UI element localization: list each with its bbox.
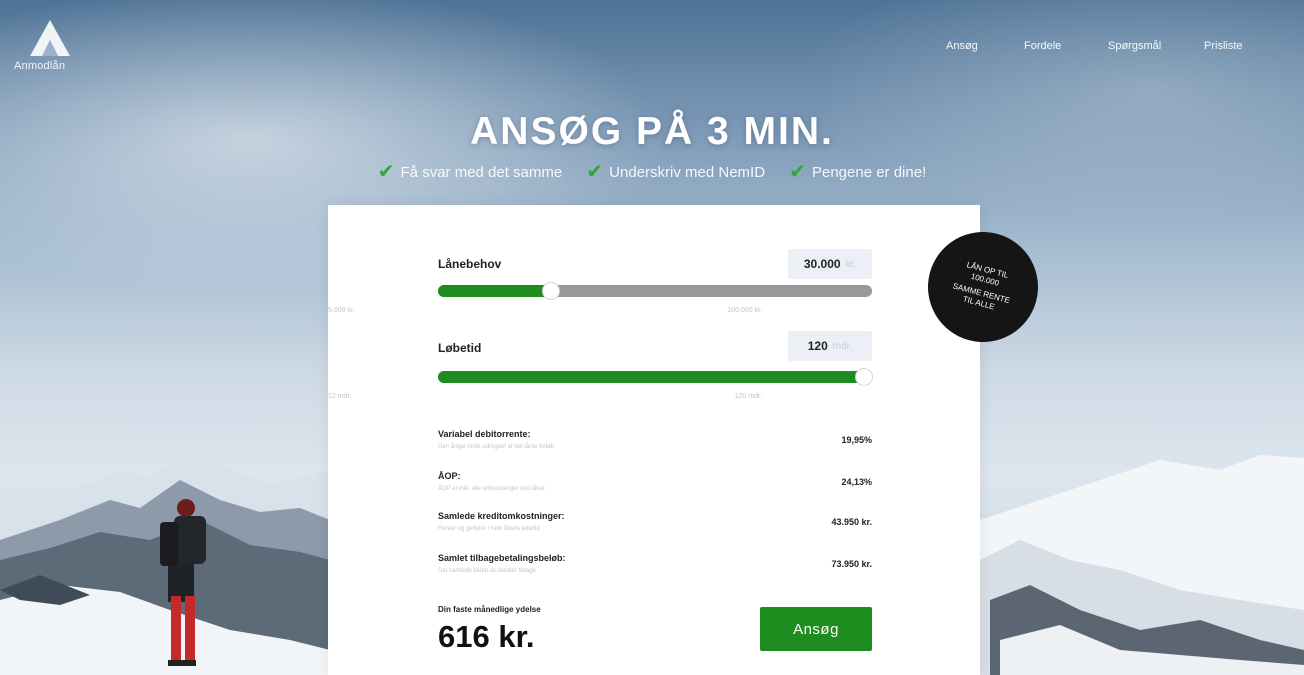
usp-item: ✔ Underskriv med NemID [586,162,765,182]
detail-label: Samlet tilbagebetalingsbeløb: [438,553,566,563]
nav-link-apply[interactable]: Ansøg [946,40,978,52]
detail-value: 73.950 kr. [831,559,872,569]
amount-max: 100.000 kr. [727,307,762,314]
amount-slider-wrap [438,283,872,299]
detail-row: Samlede kreditomkostninger: Renter og ge… [438,511,872,541]
detail-label: Variabel debitorrente: [438,429,531,439]
brand-logo[interactable]: Anmodlån [14,18,94,78]
monthly-payment-label: Din faste månedlige ydelse [438,605,541,614]
detail-value: 43.950 kr. [831,517,872,527]
usp-text: Få svar med det samme [400,163,563,181]
detail-sub: Renter og gebyrer i hele lånets løbetid [438,526,540,532]
usp-item: ✔ Pengene er dine! [789,162,926,182]
logo-mountain-icon [30,20,70,56]
amount-value-field[interactable]: 30.000 kr. [788,249,872,279]
term-value-field[interactable]: 120 mdr. [788,331,872,361]
term-slider-wrap [438,369,872,385]
usp-text: Underskriv med NemID [609,163,766,181]
payment-section: Din faste månedlige ydelse 616 kr. Ansøg [438,603,872,663]
checkmark-icon: ✔ [789,161,806,183]
checkmark-icon: ✔ [377,161,395,183]
term-value: 120 [807,339,828,353]
term-label: Løbetid [438,341,482,355]
detail-label: Samlede kreditomkostninger: [438,511,565,521]
detail-label: ÅOP: [438,471,461,481]
detail-value: 24,13% [841,477,872,487]
term-slider-handle[interactable] [856,369,872,385]
usp-text: Pengene er dine! [811,163,927,181]
detail-sub: ÅOP er inkl. alle omkostninger ved lånet [438,486,545,492]
term-min: 12 mdr. [328,393,352,400]
detail-row: Samlet tilbagebetalingsbeløb: Det samled… [438,553,872,583]
checkmark-icon: ✔ [586,161,604,183]
amount-value: 30.000 [803,257,841,271]
apply-button[interactable]: Ansøg [760,607,872,651]
amount-slider-fill [438,285,551,297]
hero-title: ANSØG PÅ 3 MIN. [470,110,834,153]
loan-calculator-card: Lånebehov 30.000 kr. 5.000 kr. 100.000 k… [328,205,980,675]
term-slider-fill [438,371,872,383]
detail-sub: Det samlede beløb du betaler tilbage [438,568,537,574]
nav-link-questions[interactable]: Spørgsmål [1108,40,1161,52]
detail-value: 19,95% [841,435,872,445]
nav-link-pricelist[interactable]: Prisliste [1204,40,1243,52]
term-max: 120 mdr. [734,393,762,400]
monthly-payment-value: 616 kr. [438,619,535,654]
amount-row: Lånebehov 30.000 kr. [438,249,872,289]
term-range: 12 mdr. 120 mdr. [328,393,762,400]
usp-item: ✔ Få svar med det samme [378,162,562,182]
amount-unit: kr. [845,258,857,270]
term-row: Løbetid 120 mdr. [438,331,872,371]
amount-label: Lånebehov [438,257,502,271]
amount-slider[interactable] [438,283,872,299]
amount-min: 5.000 kr. [328,307,355,314]
brand-name: Anmodlån [14,60,66,72]
detail-row: Variabel debitorrente: Den årlige rente … [438,429,872,459]
nav-link-benefits[interactable]: Fordele [1024,40,1061,52]
amount-range: 5.000 kr. 100.000 kr. [328,307,762,314]
detail-sub: Den årlige rente udregnet af det lånte b… [438,444,555,450]
amount-slider-handle[interactable] [542,283,559,299]
term-unit: mdr. [832,340,853,352]
term-slider[interactable] [438,369,872,385]
detail-row: ÅOP: ÅOP er inkl. alle omkostninger ved … [438,471,872,501]
usp-list: ✔ Få svar med det samme ✔ Underskriv med… [0,162,1304,182]
